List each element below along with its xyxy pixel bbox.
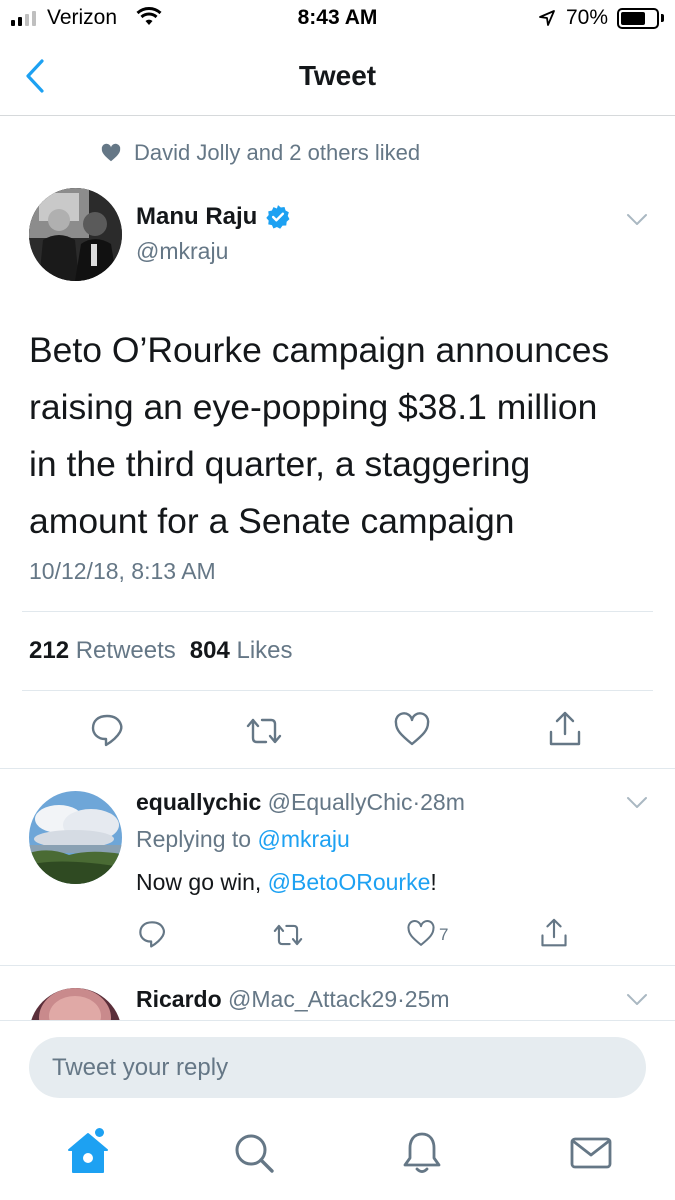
reply-composer-input[interactable]: Tweet your reply (29, 1037, 646, 1098)
home-icon[interactable] (63, 1128, 113, 1178)
social-context-text: David Jolly and 2 others liked (134, 140, 421, 165)
divider (22, 611, 653, 612)
like-heart-icon[interactable] (393, 712, 431, 748)
likes-label: Likes (236, 637, 293, 664)
reply-text-prefix: Now go win, (136, 869, 268, 895)
author-handle[interactable]: @mkraju (136, 238, 228, 265)
separator: · (397, 986, 405, 1012)
author-avatar[interactable] (29, 188, 122, 281)
share-icon[interactable] (540, 917, 568, 949)
battery-cap (661, 14, 664, 22)
divider (22, 690, 653, 691)
divider (0, 965, 675, 966)
tweet-timestamp: 10/12/18, 8:13 AM (29, 558, 216, 584)
retweets-label: Retweets (75, 637, 176, 664)
reply-composer-placeholder: Tweet your reply (52, 1054, 229, 1081)
replying-to-mention[interactable]: @mkraju (257, 826, 349, 852)
tweet-text-line: raising an eye-popping $38.1 million (29, 387, 598, 427)
reply-like-count: 7 (439, 925, 449, 944)
like-heart-icon[interactable] (406, 920, 436, 948)
reply-author-handle[interactable]: @Mac_Attack29 (228, 986, 397, 1012)
reply-avatar[interactable] (29, 791, 122, 884)
separator: · (412, 789, 421, 815)
location-arrow-icon (539, 10, 555, 26)
likes-stat[interactable]: 804 Likes (190, 637, 293, 664)
divider (0, 768, 675, 769)
tweet-text-line: in the third quarter, a staggering (29, 444, 531, 484)
reply-text: Now go win, @BetoORourke! (136, 869, 437, 896)
author-name[interactable]: Manu Raju (136, 203, 291, 231)
reply-text-suffix: ! (430, 869, 437, 895)
heart-icon (101, 143, 121, 162)
page-title: Tweet (298, 60, 377, 91)
notifications-bell-icon[interactable] (397, 1128, 447, 1178)
reply-menu-chevron-icon[interactable] (626, 796, 648, 810)
status-bar: Verizon 8:43 AM 70% (0, 0, 675, 38)
engagement-stats: 212 Retweets 804 Likes (29, 637, 293, 665)
reply-author-handle[interactable]: @EquallyChic (268, 789, 413, 815)
tweet-text: Beto O’Rourke campaign announces raising… (29, 322, 649, 550)
share-icon[interactable] (548, 710, 582, 748)
tweet-menu-chevron-icon[interactable] (626, 213, 648, 227)
social-context[interactable]: David Jolly and 2 others liked (100, 140, 420, 166)
reply-author-name[interactable]: equallychic (136, 789, 261, 815)
retweet-icon[interactable] (271, 921, 305, 949)
reply-header: Ricardo @Mac_Attack29·25m (136, 986, 450, 1013)
reply-mention-link[interactable]: @BetoORourke (268, 869, 431, 895)
reply-header: equallychic @EquallyChic·28m (136, 789, 465, 816)
messages-envelope-icon[interactable] (566, 1128, 616, 1178)
tweet-text-line: Beto O’Rourke campaign announces (29, 330, 610, 370)
retweet-icon[interactable] (244, 714, 284, 748)
reply-icon[interactable] (137, 919, 167, 949)
reply-time: 28m (420, 789, 465, 815)
like-count: 804 (189, 637, 230, 664)
author-name-text: Manu Raju (136, 203, 258, 230)
retweets-stat[interactable]: 212 Retweets (29, 637, 176, 664)
reply-time: 25m (404, 986, 450, 1012)
search-icon[interactable] (229, 1128, 279, 1178)
reply-author-name[interactable]: Ricardo (136, 986, 222, 1012)
verified-badge-icon (266, 205, 290, 229)
retweet-count: 212 (29, 637, 70, 664)
navigation-bar: Tweet (0, 38, 675, 116)
replying-to-line: Replying to @mkraju (136, 826, 350, 853)
battery-percentage: 70% (566, 6, 609, 29)
reply-menu-chevron-icon[interactable] (626, 993, 648, 1007)
battery-icon (617, 8, 659, 29)
replying-to-label: Replying to (136, 826, 252, 852)
tweet-text-line: amount for a Senate campaign (29, 501, 515, 541)
reply-icon[interactable] (89, 712, 125, 748)
